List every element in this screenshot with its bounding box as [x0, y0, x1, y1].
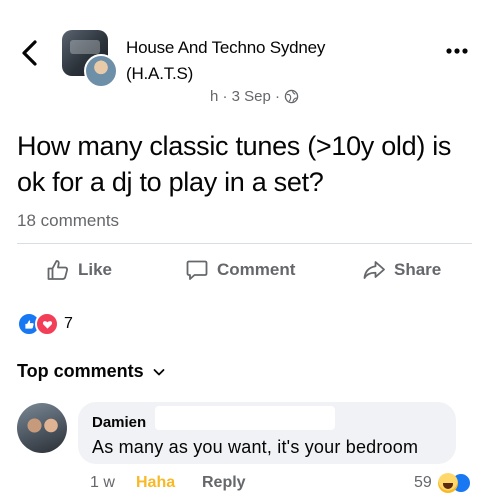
comment-reaction-count: 59: [414, 474, 432, 491]
like-button[interactable]: Like: [46, 256, 112, 284]
share-arrow-icon: [363, 261, 385, 279]
back-icon[interactable]: [18, 38, 42, 68]
share-button[interactable]: Share: [362, 256, 441, 284]
comment-count[interactable]: 18 comments: [17, 211, 119, 231]
globe-icon: [284, 89, 299, 104]
reaction-summary[interactable]: 7: [17, 312, 73, 336]
comment-reaction-summary[interactable]: 59: [414, 472, 472, 494]
top-comments-label: Top comments: [17, 361, 144, 381]
reply-button[interactable]: Reply: [202, 474, 246, 492]
group-name[interactable]: House And Techno Sydney (H.A.T.S): [126, 35, 386, 87]
comment-button[interactable]: Comment: [185, 256, 295, 284]
haha-reaction-button[interactable]: Haha: [136, 474, 175, 492]
top-comments-filter[interactable]: Top comments: [17, 361, 166, 382]
share-label: Share: [394, 260, 442, 279]
divider: [17, 243, 472, 244]
commenter-avatar[interactable]: [17, 403, 67, 453]
commenter-name[interactable]: Damien: [92, 414, 146, 431]
comment-time: 1 w: [90, 474, 115, 491]
comment-bubble-icon: [186, 260, 208, 280]
group-avatar[interactable]: [62, 30, 118, 88]
post-text: How many classic tunes (>10y old) is ok …: [17, 131, 452, 197]
name-redaction: [155, 406, 335, 430]
post-timestamp: h · 3 Sep ·: [210, 88, 281, 105]
more-horizontal-icon[interactable]: [446, 46, 468, 56]
haha-emoji-icon: [437, 473, 458, 493]
love-reaction-icon: [35, 312, 59, 336]
thumbs-up-icon: [47, 260, 68, 280]
post-meta: h · 3 Sep ·: [210, 88, 299, 105]
comment-text: As many as you want, it's your bedroom: [92, 437, 419, 457]
reaction-count: 7: [64, 315, 73, 332]
comment-label: Comment: [217, 260, 296, 279]
like-label: Like: [78, 260, 113, 279]
chevron-down-icon: [153, 368, 165, 375]
poster-avatar[interactable]: [84, 54, 118, 88]
